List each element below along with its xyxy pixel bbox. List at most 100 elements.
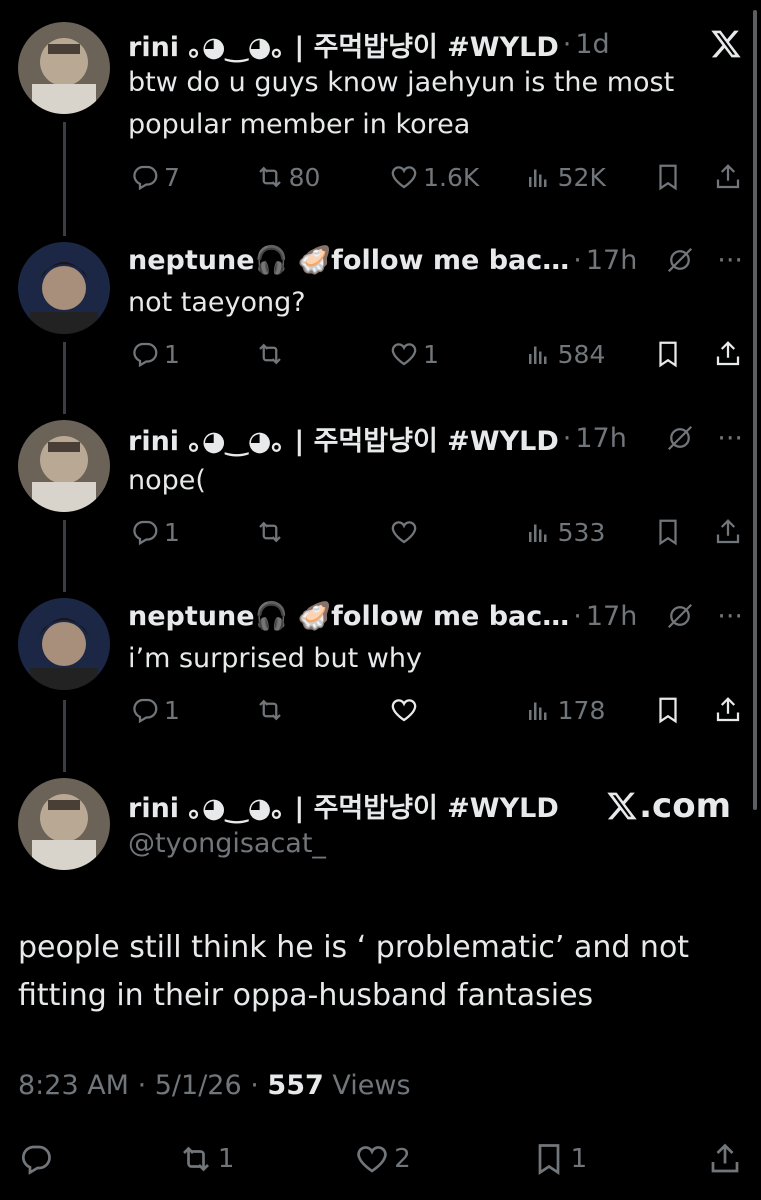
bookmark-icon	[659, 341, 677, 368]
display-name[interactable]: neptune🎧 🦪follow me bac…	[128, 244, 569, 276]
separator-dot: ·	[573, 600, 582, 632]
reply-button[interactable]: 7	[130, 162, 255, 192]
like-count: 1	[423, 339, 440, 369]
retweet-icon	[258, 343, 281, 365]
views-icon	[528, 702, 547, 720]
main-handle[interactable]: @tyongisacat_	[128, 828, 326, 859]
reply-button[interactable]: 1	[130, 695, 255, 725]
tweet-meta: 8:23 AM · 5/1/26 · 557 Views	[18, 1070, 411, 1101]
share-button[interactable]	[713, 517, 743, 547]
bookmark-button[interactable]: 1	[531, 1141, 588, 1177]
more-icon[interactable]: ···	[717, 245, 743, 276]
main-avatar[interactable]	[18, 778, 110, 870]
post-date[interactable]: 5/1/26	[155, 1070, 242, 1101]
reply-button[interactable]	[18, 1141, 58, 1177]
retweet-button[interactable]	[255, 339, 390, 369]
tweet-header: rini ｡◕‿◕｡ | 주먹밥냥이 #WYLD · 17h ···	[128, 416, 743, 460]
share-button[interactable]	[707, 1141, 743, 1177]
views-button[interactable]: 178	[524, 695, 654, 725]
bookmark-button[interactable]	[653, 517, 713, 547]
share-button[interactable]	[713, 695, 743, 725]
reply-button[interactable]: 1	[130, 339, 255, 369]
like-icon	[391, 521, 417, 544]
reply-icon	[21, 1145, 51, 1175]
like-count: 1.6K	[423, 162, 480, 192]
view-count: 52K	[557, 162, 606, 192]
tweet-header: neptune🎧 🦪follow me bac… · 17h ···	[128, 238, 743, 282]
thread-line	[63, 122, 66, 236]
views-button[interactable]: 52K	[524, 162, 654, 192]
x-logo-icon	[711, 30, 741, 58]
share-icon	[716, 697, 740, 722]
tweet-text: btw do u guys know jaehyun is the most p…	[128, 67, 675, 140]
display-name[interactable]: rini ｡◕‿◕｡ | 주먹밥냥이 #WYLD	[128, 25, 559, 64]
main-display-name[interactable]: rini ｡◕‿◕｡ | 주먹밥냥이 #WYLD	[128, 793, 559, 824]
timestamp[interactable]: 17h	[586, 601, 637, 632]
like-button[interactable]	[389, 517, 524, 547]
like-count: 2	[394, 1144, 411, 1174]
retweet-button[interactable]: 80	[255, 162, 390, 192]
views-button[interactable]: 533	[524, 517, 654, 547]
views-icon	[528, 524, 547, 542]
reply-count: 1	[164, 339, 180, 369]
reply-icon	[133, 520, 158, 546]
separator-dot: ·	[137, 1070, 155, 1101]
tweet-actions: 1 533	[130, 512, 743, 552]
grok-icon[interactable]	[665, 245, 695, 275]
scrollbar[interactable]	[753, 10, 757, 810]
like-button[interactable]: 1.6K	[389, 162, 524, 192]
like-icon	[391, 699, 417, 722]
tweet-header: neptune🎧 🦪follow me bac… · 17h ···	[128, 594, 743, 638]
bookmark-count: 1	[570, 1144, 588, 1174]
display-name[interactable]: neptune🎧 🦪follow me bac…	[128, 600, 569, 632]
grok-icon[interactable]	[665, 423, 695, 453]
avatar[interactable]	[18, 22, 110, 114]
like-button[interactable]: 2	[354, 1141, 411, 1177]
thread-line	[63, 342, 66, 414]
tweet-header: rini ｡◕‿◕｡ | 주먹밥냥이 #WYLD · 1d	[128, 22, 743, 66]
bookmark-icon	[538, 1144, 559, 1176]
timestamp[interactable]: 1d	[575, 29, 609, 60]
like-button[interactable]: 1	[389, 339, 524, 369]
main-actions: 1 2 1	[18, 1136, 743, 1182]
tweet-actions: 1 1 584	[130, 334, 743, 374]
thread-line	[63, 700, 66, 772]
post-time[interactable]: 8:23 AM	[18, 1070, 129, 1101]
retweet-button[interactable]: 1	[178, 1141, 234, 1177]
retweet-button[interactable]	[255, 695, 390, 725]
tweet-text: nope(	[128, 465, 206, 496]
views-button[interactable]: 584	[524, 339, 654, 369]
x-com-link[interactable]: .com	[605, 786, 731, 826]
like-icon	[357, 1146, 387, 1173]
timestamp[interactable]: 17h	[586, 245, 637, 276]
main-tweet-text: people still think he is ‘ problematic’ …	[18, 930, 690, 1013]
reply-button[interactable]: 1	[130, 517, 255, 547]
bookmark-button[interactable]	[653, 162, 713, 192]
grok-icon[interactable]	[665, 601, 695, 631]
like-icon	[391, 166, 417, 189]
avatar[interactable]	[18, 420, 110, 512]
more-icon[interactable]: ···	[717, 423, 743, 454]
bookmark-button[interactable]	[653, 695, 713, 725]
tweet-actions: 7 80 1.6K 52K	[130, 157, 743, 197]
share-button[interactable]	[713, 162, 743, 192]
view-count: 584	[557, 339, 606, 369]
view-count: 178	[557, 695, 606, 725]
display-name[interactable]: rini ｡◕‿◕｡ | 주먹밥냥이 #WYLD	[128, 419, 559, 458]
share-icon	[716, 164, 740, 189]
more-icon[interactable]: ···	[717, 601, 743, 632]
avatar[interactable]	[18, 242, 110, 334]
thread-line	[63, 520, 66, 592]
share-button[interactable]	[713, 339, 743, 369]
views-icon	[528, 346, 547, 364]
views-count: 557	[267, 1070, 324, 1101]
retweet-icon	[258, 521, 281, 543]
retweet-icon	[182, 1146, 209, 1172]
timestamp[interactable]: 17h	[575, 423, 626, 454]
retweet-button[interactable]	[255, 517, 390, 547]
share-icon	[711, 1143, 739, 1173]
x-logo-icon	[607, 792, 637, 820]
bookmark-button[interactable]	[653, 339, 713, 369]
avatar[interactable]	[18, 598, 110, 690]
like-button[interactable]	[389, 695, 524, 725]
